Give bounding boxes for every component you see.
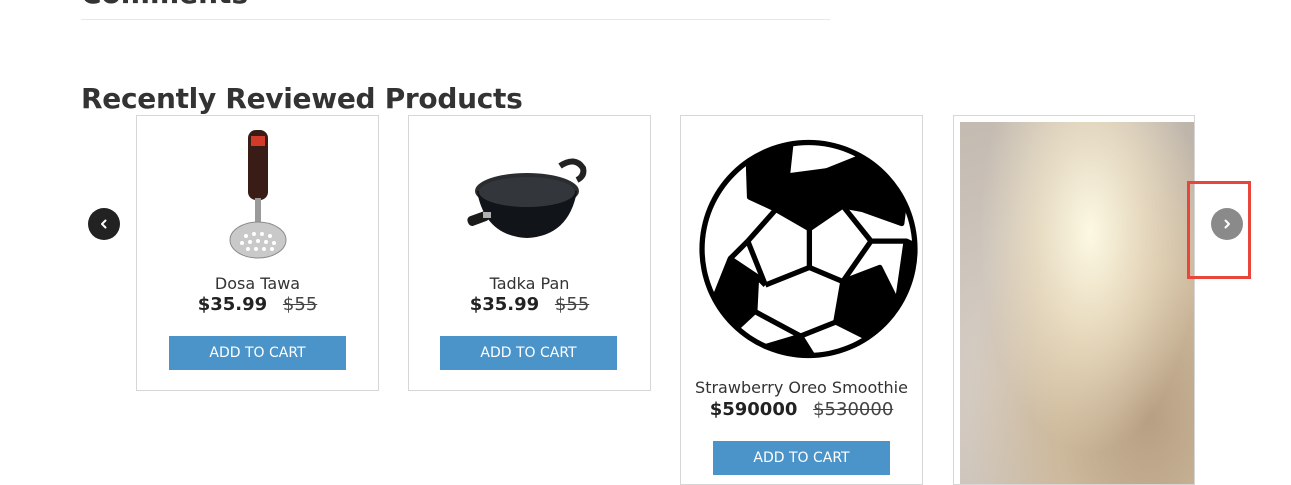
product-card: Strawberry Oreo Smoothie $590000 $530000…: [680, 115, 923, 485]
product-price-row: $590000 $530000: [681, 399, 922, 420]
product-image[interactable]: [137, 122, 378, 262]
product-card: [953, 115, 1195, 485]
product-card: Tadka Pan $35.99 $55 ADD TO CART: [408, 115, 651, 391]
product-price-row: $35.99 $55: [137, 294, 378, 315]
carousel-prev-button[interactable]: [88, 208, 120, 240]
product-old-price: $55: [554, 294, 590, 315]
product-card: Dosa Tawa $35.99 $55 ADD TO CART: [136, 115, 379, 391]
product-image[interactable]: [681, 120, 922, 378]
product-name[interactable]: Tadka Pan: [409, 274, 650, 293]
product-price: $35.99: [469, 294, 540, 315]
product-name[interactable]: Dosa Tawa: [137, 274, 378, 293]
add-to-cart-button[interactable]: ADD TO CART: [713, 441, 890, 475]
product-price-row: $35.99 $55: [409, 294, 650, 315]
chevron-right-icon: [1224, 219, 1230, 229]
product-old-price: $530000: [813, 399, 894, 420]
product-price: $590000: [709, 399, 798, 420]
product-price: $35.99: [197, 294, 268, 315]
add-to-cart-button[interactable]: ADD TO CART: [440, 336, 617, 370]
comments-title: Comments: [81, 0, 248, 10]
product-image[interactable]: [409, 146, 650, 246]
add-to-cart-button[interactable]: ADD TO CART: [169, 336, 346, 370]
section-divider: [81, 19, 830, 20]
product-name[interactable]: Strawberry Oreo Smoothie: [681, 378, 922, 397]
chevron-left-icon: [101, 219, 107, 229]
carousel-next-button[interactable]: [1211, 208, 1243, 240]
product-image[interactable]: [960, 122, 1194, 484]
section-title: Recently Reviewed Products: [81, 82, 523, 115]
product-old-price: $55: [282, 294, 318, 315]
